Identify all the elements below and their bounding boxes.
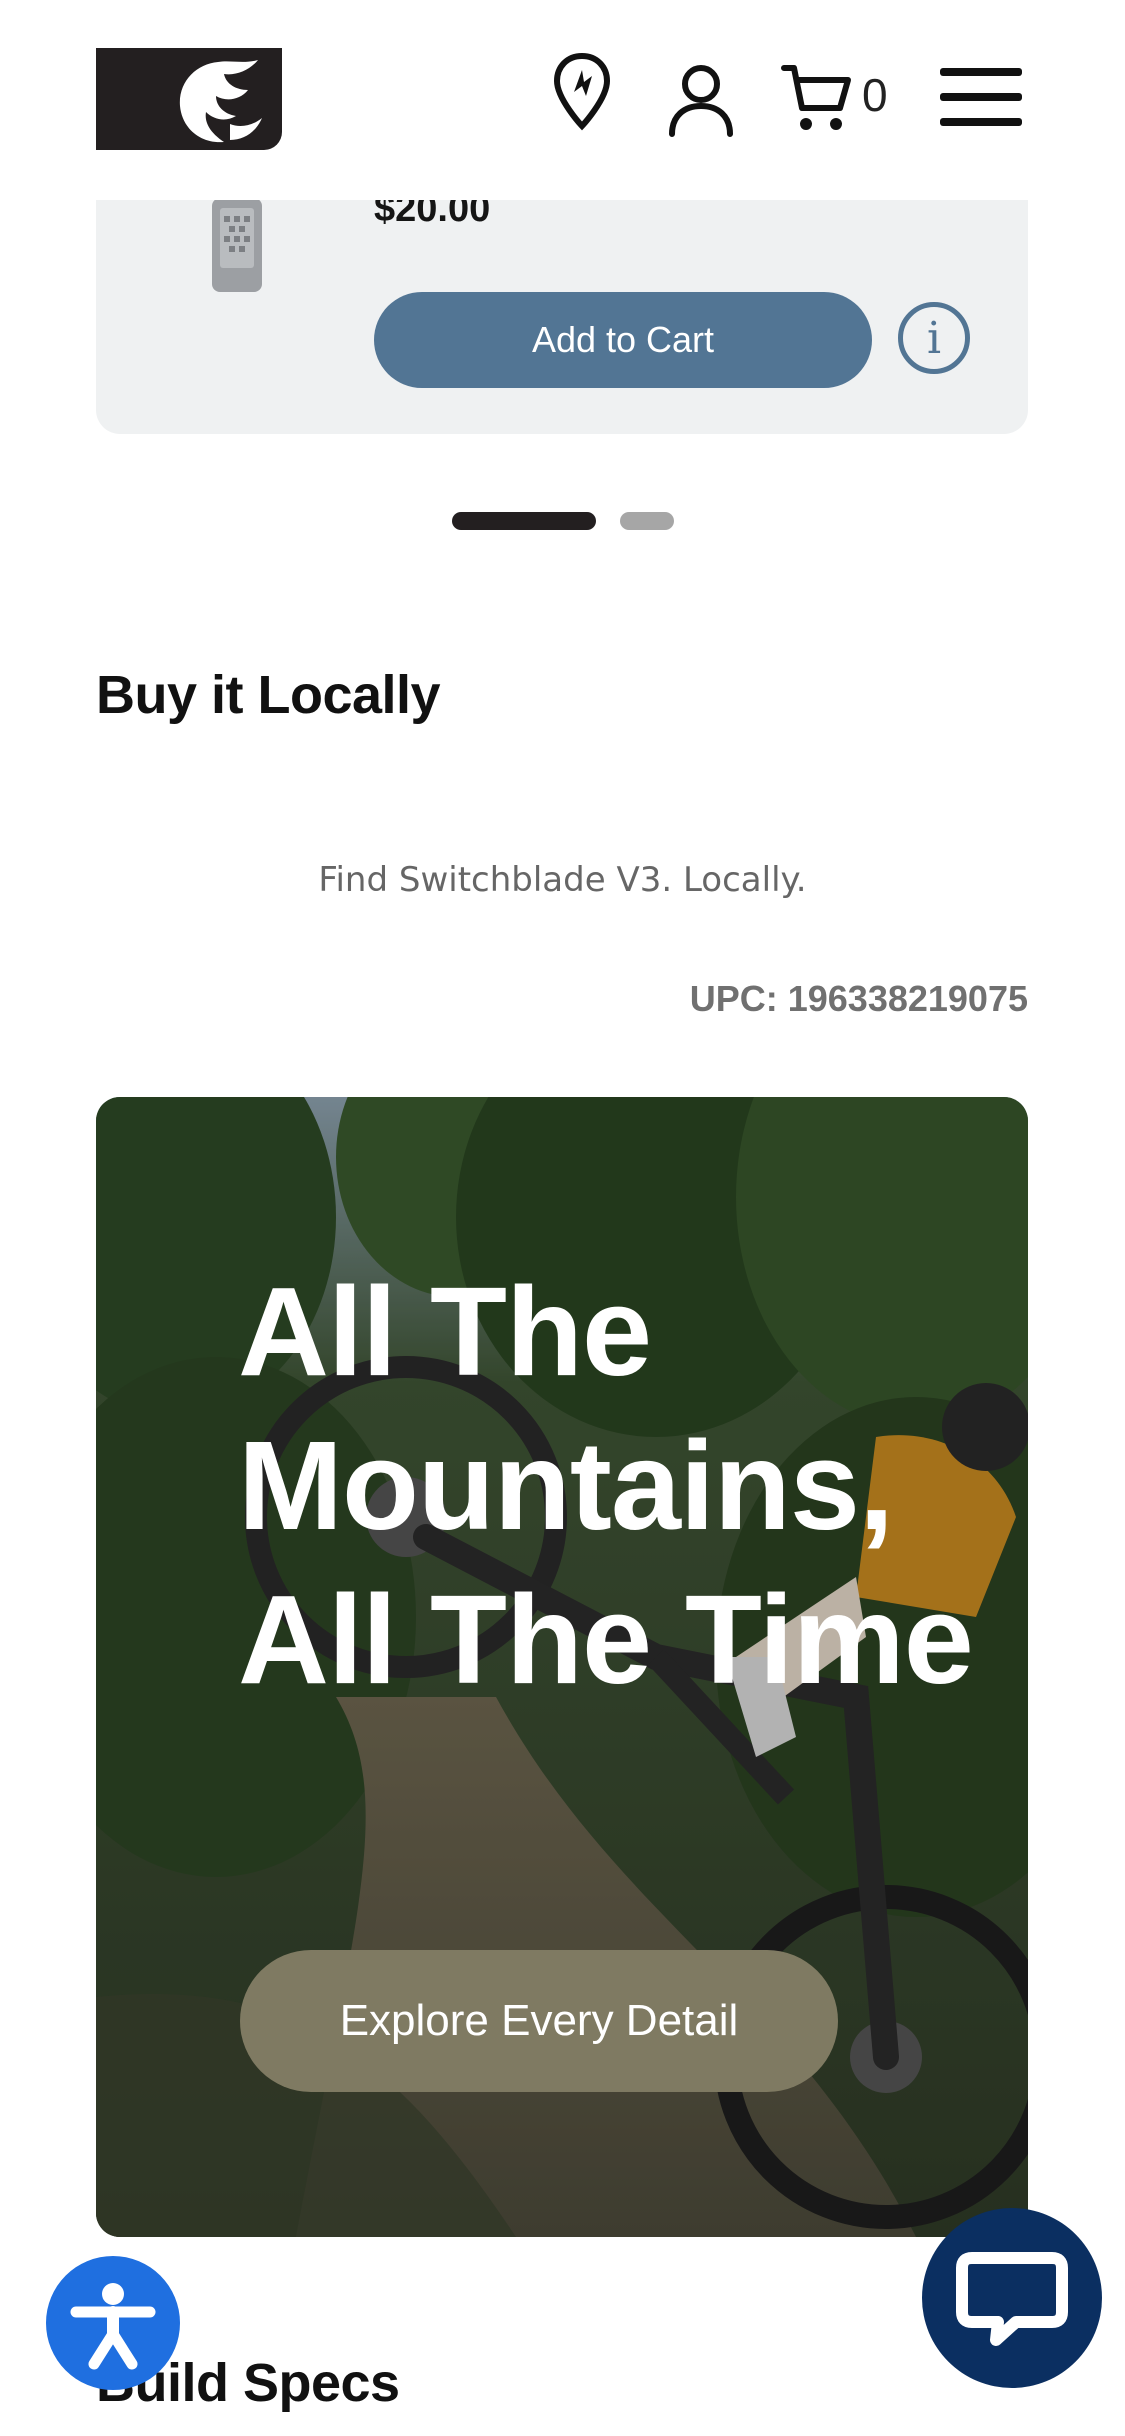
explore-every-detail-button[interactable]: Explore Every Detail <box>240 1950 838 2092</box>
product-card: $20.00 Add to Cart i <box>96 188 1028 434</box>
product-bottle-image <box>212 198 262 292</box>
add-to-cart-button[interactable]: Add to Cart <box>374 292 872 388</box>
find-locally-text: Find Switchblade V3. Locally. <box>318 860 807 900</box>
carousel-dot[interactable] <box>620 512 674 530</box>
brand-logo[interactable] <box>96 48 282 150</box>
upc-code: UPC: 196338219075 <box>689 978 1028 1019</box>
account-icon[interactable] <box>666 62 736 138</box>
location-pin-icon[interactable] <box>552 52 612 132</box>
cart-count-badge: 0 <box>862 69 888 121</box>
hero-banner: All The Mountains, All The Time Explore … <box>96 1097 1028 2237</box>
chat-bubble-icon <box>956 2252 1068 2346</box>
chat-button[interactable] <box>922 2208 1102 2388</box>
info-icon[interactable]: i <box>898 302 970 374</box>
carousel-dot-active[interactable] <box>452 512 596 530</box>
buy-locally-heading: Buy it Locally <box>96 665 441 725</box>
cart-icon[interactable] <box>780 62 852 134</box>
hero-title: All The Mountains, All The Time <box>238 1261 974 1710</box>
accessibility-icon <box>70 2283 156 2370</box>
phoenix-logo-icon <box>179 60 262 143</box>
hamburger-menu-icon[interactable] <box>940 66 1022 128</box>
site-header: 0 <box>0 0 1125 200</box>
accessibility-button[interactable] <box>46 2256 180 2390</box>
